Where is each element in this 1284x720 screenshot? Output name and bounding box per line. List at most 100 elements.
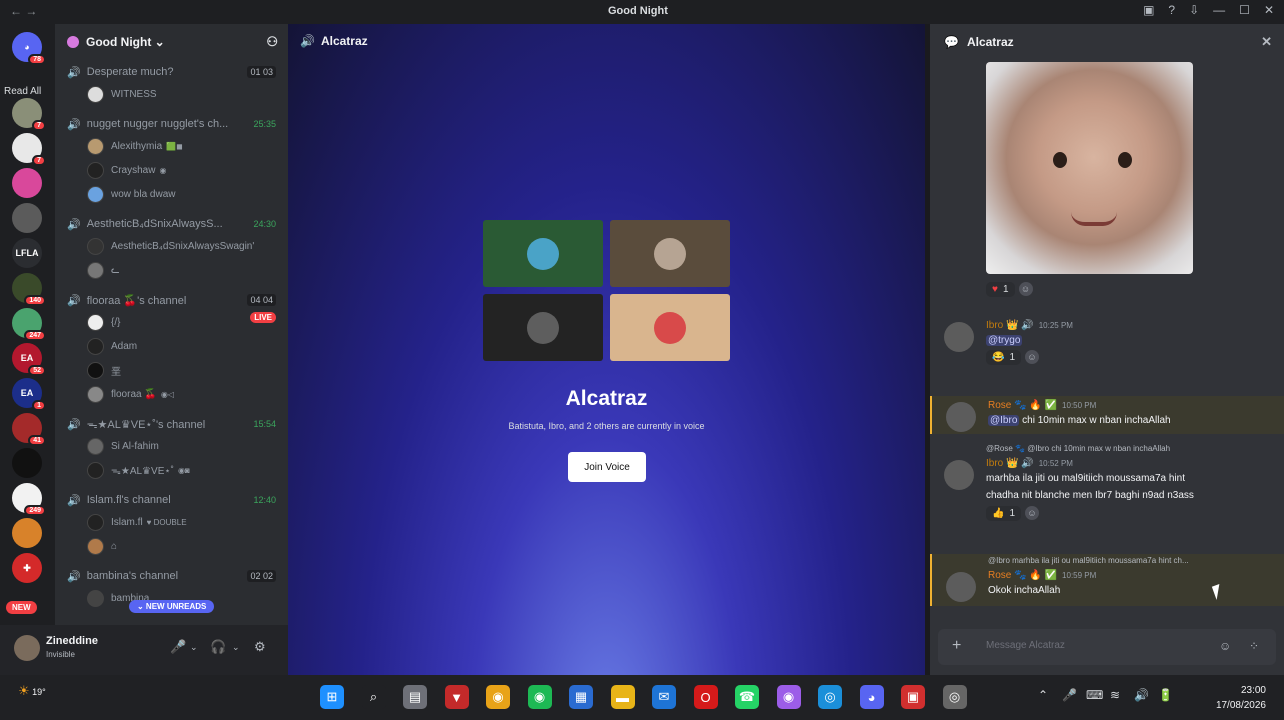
tray-icon[interactable]: 🔊 xyxy=(1134,688,1149,702)
voice-channel[interactable]: 🔊 nugget nugger nugglet's ch... 25:35 xyxy=(55,114,288,134)
participant-tile[interactable] xyxy=(483,294,603,361)
voice-member[interactable]: WITNESS xyxy=(55,82,288,106)
tray-icon[interactable]: ⌃ xyxy=(1038,688,1048,702)
server-icon[interactable] xyxy=(12,448,42,478)
window-control-icon[interactable]: ▣ xyxy=(1143,3,1154,17)
join-voice-button[interactable]: Join Voice xyxy=(568,452,646,482)
taskbar-app-icon[interactable]: ◎ xyxy=(942,685,967,709)
heart-reaction[interactable]: ♥ 1 xyxy=(986,281,1015,297)
taskbar-app-icon[interactable]: ▼ xyxy=(444,685,469,709)
home-discord-icon[interactable]: ◕ 78 xyxy=(12,32,46,65)
add-reaction-icon[interactable]: ☺ xyxy=(1025,350,1040,364)
taskbar-app-icon[interactable]: ◕ xyxy=(859,685,884,709)
server-icon[interactable]: 7 xyxy=(12,98,46,131)
participant-tile[interactable] xyxy=(610,220,730,287)
message-author[interactable]: Rose 🐾 🔥 ✅ 10:59 PM xyxy=(988,570,1096,581)
chevron-down-icon[interactable]: ⌄ xyxy=(190,642,198,653)
taskbar-app-icon[interactable]: ◎ xyxy=(818,685,842,709)
close-icon[interactable]: ✕ xyxy=(1261,34,1272,50)
gear-icon[interactable]: ⚙ xyxy=(254,639,266,655)
taskbar-app-icon[interactable]: ▤ xyxy=(403,685,427,709)
window-control-icon[interactable]: ✕ xyxy=(1264,3,1274,17)
user-mention[interactable]: @Ibro xyxy=(988,415,1020,426)
tray-icon[interactable]: 🔋 xyxy=(1158,688,1173,702)
taskbar-app-icon[interactable]: ☎ xyxy=(735,685,759,709)
user-mention[interactable]: @trygo xyxy=(986,335,1023,346)
taskbar-app-icon[interactable]: ▦ xyxy=(569,685,593,709)
avatar[interactable] xyxy=(14,635,40,661)
window-control-icon[interactable]: ☐ xyxy=(1239,3,1250,17)
system-clock[interactable]: 23:00 17/08/2026 xyxy=(1216,683,1266,713)
reaction[interactable]: 👍 1 xyxy=(986,505,1022,521)
taskbar-app-icon[interactable]: ◉ xyxy=(527,685,552,709)
server-icon[interactable] xyxy=(12,203,42,233)
taskbar-app-icon[interactable]: ⊞ xyxy=(320,685,344,709)
taskbar-app-icon[interactable]: ◉ xyxy=(776,685,801,709)
message-author[interactable]: Ibro 👑 🔊 10:25 PM xyxy=(986,320,1073,331)
voice-member[interactable]: ⌂ xyxy=(55,534,288,558)
voice-member[interactable]: ᯓ★AL♛VE⋆˚ ◉◙ xyxy=(55,458,288,482)
voice-member[interactable]: wow bla dwaw xyxy=(55,182,288,206)
taskbar-app-icon[interactable]: ✉ xyxy=(652,685,676,709)
server-icon[interactable] xyxy=(12,518,42,548)
server-icon[interactable]: 247 xyxy=(12,308,46,341)
voice-channel[interactable]: 🔊 AestheticB₄dSnixAlwaysS... 24:30 xyxy=(55,214,288,234)
message-author[interactable]: Ibro 👑 🔊 10:52 PM xyxy=(986,458,1073,469)
tray-icon[interactable]: ≋ xyxy=(1110,688,1120,702)
server-icon[interactable]: LFLA xyxy=(12,238,42,268)
voice-member[interactable]: 垩 xyxy=(55,358,288,382)
guild-header[interactable]: Good Night ⌄ ⚇ xyxy=(55,24,288,60)
window-control-icon[interactable]: — xyxy=(1213,3,1225,17)
voice-member[interactable]: Islam.fl ♥ DOUBLE xyxy=(55,510,288,534)
server-icon[interactable]: 41 xyxy=(12,413,46,446)
nav-arrows[interactable]: ← → xyxy=(10,4,37,18)
taskbar-app-icon[interactable]: ◉ xyxy=(486,685,510,709)
avatar[interactable] xyxy=(944,460,974,490)
read-all-button[interactable]: Read All xyxy=(4,86,41,97)
apps-icon[interactable]: ⁘ xyxy=(1249,639,1259,653)
reply-preview[interactable]: @Ibro marhba ila jiti ou mal9itiich mous… xyxy=(988,556,1189,565)
headphones-icon[interactable]: 🎧 xyxy=(210,639,226,655)
tray-icon[interactable]: ⌨ xyxy=(1086,688,1103,702)
server-icon[interactable]: EA 52 xyxy=(12,343,46,376)
participant-tile[interactable] xyxy=(483,220,603,287)
add-reaction-icon[interactable]: ☺ xyxy=(1018,282,1033,296)
avatar[interactable] xyxy=(944,322,974,352)
person-add-icon[interactable]: ⚇ xyxy=(266,34,278,50)
back-icon[interactable]: ← xyxy=(10,4,22,18)
server-icon[interactable]: ✚ xyxy=(12,553,42,583)
forward-icon[interactable]: → xyxy=(25,4,37,18)
server-icon[interactable]: 249 xyxy=(12,483,46,516)
emoji-icon[interactable]: ☺ xyxy=(1219,639,1231,653)
taskbar-app-icon[interactable]: O xyxy=(693,685,718,709)
microphone-icon[interactable]: 🎤 xyxy=(170,639,186,655)
avatar[interactable] xyxy=(946,402,976,432)
reply-preview[interactable]: @Rose 🐾 @Ibro chi 10min max w nban incha… xyxy=(986,444,1170,453)
server-icon[interactable] xyxy=(12,168,42,198)
voice-member[interactable]: AestheticB₄dSnixAlwaysSwagin' xyxy=(55,234,288,258)
new-unreads-button[interactable]: ⌄ NEW UNREADS xyxy=(129,600,215,613)
taskbar-app-icon[interactable]: ⌕ xyxy=(361,685,386,709)
voice-channel[interactable]: 🔊 bambina's channel 02 02 xyxy=(55,566,288,586)
voice-member[interactable]: Si Al-fahim xyxy=(55,434,288,458)
message-author[interactable]: Rose 🐾 🔥 ✅ 10:50 PM xyxy=(988,400,1096,411)
tray-icon[interactable]: 🎤 xyxy=(1062,688,1077,702)
voice-member[interactable]: Adam xyxy=(55,334,288,358)
weather-widget[interactable]: ☀ 19° xyxy=(18,683,46,699)
plus-icon[interactable]: + xyxy=(952,637,961,655)
taskbar-app-icon[interactable]: ▬ xyxy=(610,685,635,709)
server-icon[interactable]: EA 1 xyxy=(12,378,46,411)
participant-tile[interactable] xyxy=(610,294,730,361)
add-reaction-icon[interactable]: ☺ xyxy=(1025,506,1040,520)
voice-channel[interactable]: 🔊 Desperate much? 01 03 xyxy=(55,62,288,82)
message-input[interactable]: Message Alcatraz xyxy=(986,640,1065,651)
server-icon[interactable]: 7 xyxy=(12,133,46,166)
voice-member[interactable]: Crayshaw ◉ xyxy=(55,158,288,182)
server-icon[interactable]: 140 xyxy=(12,273,46,306)
reaction[interactable]: 😂 1 xyxy=(986,349,1022,365)
voice-channel[interactable]: 🔊 ᯓ★AL♛VE⋆˚'s channel 15:54 xyxy=(55,414,288,434)
window-control-icon[interactable]: ⇩ xyxy=(1189,3,1199,17)
image-attachment[interactable] xyxy=(986,62,1193,274)
voice-member[interactable]: {/} xyxy=(55,310,288,334)
window-control-icon[interactable]: ? xyxy=(1168,3,1175,17)
